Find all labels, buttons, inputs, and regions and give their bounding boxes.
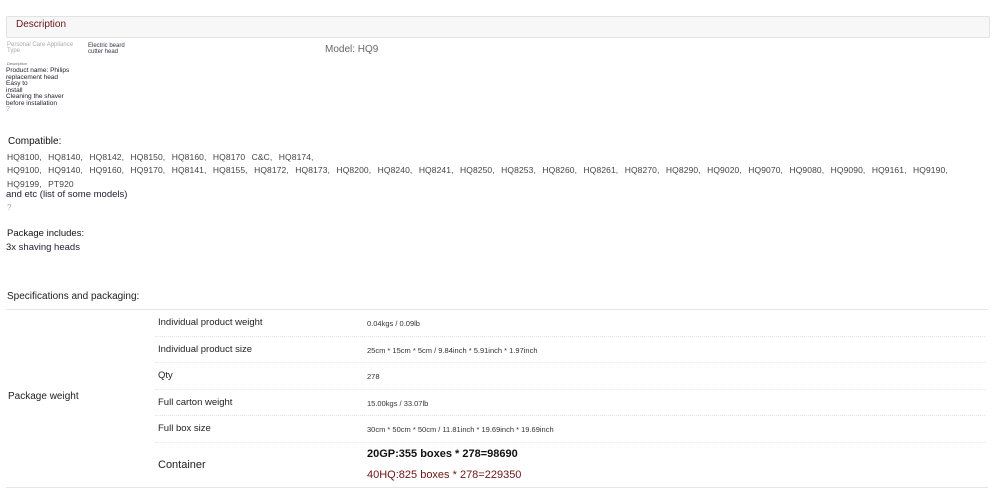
compatible-line: HQ8100, HQ8140, HQ8142, HQ8150, HQ8160, … [7, 152, 314, 162]
table-row: Individual product weight 0.04kgs / 0.09… [155, 310, 985, 337]
spec-value: 15.00kgs / 33.07lb [367, 398, 429, 408]
compatible-note: and etc (list of some models) [6, 189, 128, 200]
table-row: Qty 278 [155, 363, 985, 390]
spec-key: Qty [158, 370, 173, 381]
container-40hq: 40HQ:825 boxes * 278=229350 [367, 468, 522, 481]
spec-value: 25cm * 15cm * 5cm / 9.84inch * 5.91inch … [367, 345, 538, 355]
question-mark: ? [6, 106, 10, 113]
table-row: Full box size 30cm * 50cm * 50cm / 11.81… [155, 416, 985, 443]
description-tab-bar: Description [6, 16, 990, 38]
container-row: Container 20GP:355 boxes * 278=98690 40H… [155, 443, 985, 491]
tab-description[interactable]: Description [16, 19, 66, 30]
spec-key: Container [158, 458, 206, 471]
question-mark: ? [7, 203, 12, 212]
description-heading: Description [7, 61, 28, 66]
type-label-line-2: Type [7, 48, 21, 54]
type-value: Electric beard cutter head [88, 43, 140, 55]
package-item: 3x shaving heads [6, 242, 80, 253]
container-20gp: 20GP:355 boxes * 278=98690 [367, 447, 518, 460]
table-row: Full carton weight 15.00kgs / 33.07lb [155, 390, 985, 416]
compatible-list: HQ8100, HQ8140, HQ8142, HQ8150, HQ8160, … [7, 151, 992, 191]
type-value-line-2: cutter head [88, 49, 119, 55]
spec-key: Individual product weight [158, 317, 263, 328]
package-weight-label: Package weight [8, 391, 79, 402]
spec-value: 0.04kgs / 0.09lb [367, 319, 420, 328]
specs-title: Specifications and packaging: [7, 291, 140, 302]
divider [6, 487, 988, 488]
package-title: Package includes: [7, 228, 85, 239]
spec-key: Full carton weight [158, 396, 233, 408]
spec-value: 30cm * 50cm * 50cm / 11.81inch * 19.69in… [367, 425, 554, 434]
spec-key: Individual product size [158, 343, 252, 355]
compatible-line: HQ9100, HQ9140, HQ9160, HQ9170, HQ8141, … [7, 165, 948, 176]
description-lines: Product name: Philips replacement head E… [6, 67, 86, 114]
spec-table: Individual product weight 0.04kgs / 0.09… [155, 310, 985, 491]
table-row: Individual product size 25cm * 15cm * 5c… [155, 337, 985, 363]
spec-key: Full box size [158, 423, 211, 434]
compatible-line: HQ9199, PT920 [7, 178, 74, 189]
type-label: Personal Care Appliance Type [7, 42, 87, 54]
spec-value: 278 [367, 372, 380, 381]
compatible-title: Compatible: [8, 136, 62, 147]
model-text: Model: HQ9 [325, 44, 379, 55]
